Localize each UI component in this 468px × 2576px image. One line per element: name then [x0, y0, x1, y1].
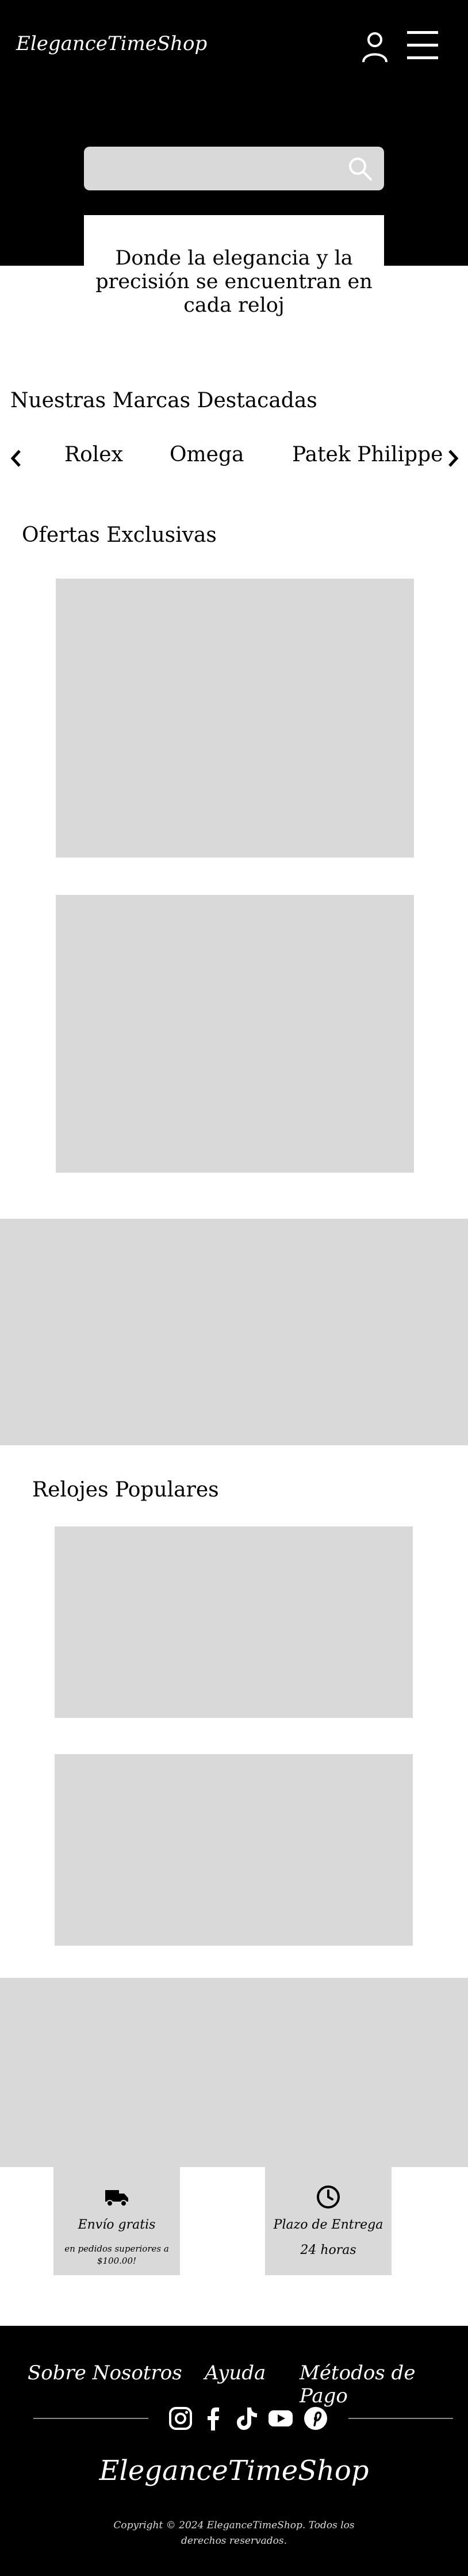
- footer-link-about[interactable]: Sobre Nosotros: [28, 2361, 182, 2384]
- copyright-text: Copyright © 2024 EleganceTimeShop. Todos…: [113, 2520, 355, 2547]
- feature-delivery-time: Plazo de Entrega 24 horas: [265, 2167, 392, 2275]
- youtube-icon[interactable]: [267, 2405, 294, 2432]
- popular-watch-card[interactable]: [55, 1526, 413, 1718]
- tagline-card: Donde la elegancia y la precisión se enc…: [84, 215, 384, 370]
- promo-banner[interactable]: [0, 1219, 468, 1445]
- site-footer: Sobre Nosotros Ayuda Métodos de Pago Ele…: [0, 2326, 468, 2576]
- brands-section-title: Nuestras Marcas Destacadas: [10, 389, 317, 412]
- footer-logo[interactable]: EleganceTimeShop: [0, 2455, 468, 2487]
- feature-subtitle: en pedidos superiores a $100.00!: [64, 2244, 169, 2266]
- clock-icon: [317, 2185, 340, 2208]
- feature-subtitle: 24 horas: [300, 2243, 356, 2257]
- chevron-left-icon[interactable]: [8, 445, 24, 472]
- site-logo[interactable]: EleganceTimeShop: [16, 32, 207, 55]
- offer-card[interactable]: [56, 579, 414, 858]
- tiktok-icon[interactable]: [233, 2405, 260, 2432]
- pinterest-icon[interactable]: [302, 2405, 329, 2432]
- divider: [33, 2418, 148, 2419]
- brand-item-patek-philippe[interactable]: Patek Philippe: [292, 443, 443, 466]
- search-input[interactable]: [94, 155, 338, 182]
- truck-icon: [105, 2190, 128, 2207]
- feature-free-shipping: Envío gratis en pedidos superiores a $10…: [53, 2167, 180, 2275]
- search-icon[interactable]: [347, 156, 373, 181]
- instagram-icon[interactable]: [167, 2405, 194, 2432]
- feature-title: Envío gratis: [78, 2218, 156, 2232]
- user-icon[interactable]: [361, 31, 389, 63]
- divider: [348, 2418, 453, 2419]
- feature-title: Plazo de Entrega: [273, 2218, 383, 2232]
- hamburger-menu-icon[interactable]: [406, 30, 439, 61]
- hero-tagline: Donde la elegancia y la precisión se enc…: [95, 247, 373, 317]
- brand-item-omega[interactable]: Omega: [170, 443, 244, 466]
- search-bar: [84, 147, 384, 190]
- footer-link-payment-methods[interactable]: Métodos de Pago: [300, 2361, 468, 2407]
- popular-section-title: Relojes Populares: [32, 1478, 219, 1502]
- offer-card[interactable]: [56, 895, 414, 1173]
- footer-link-help[interactable]: Ayuda: [205, 2361, 266, 2384]
- popular-watch-card[interactable]: [55, 1754, 413, 1946]
- offers-section-title: Ofertas Exclusivas: [22, 523, 217, 547]
- chevron-right-icon[interactable]: [445, 445, 461, 472]
- facebook-icon[interactable]: [200, 2405, 227, 2432]
- promo-banner[interactable]: [0, 1978, 468, 2167]
- brand-item-rolex[interactable]: Rolex: [64, 443, 123, 466]
